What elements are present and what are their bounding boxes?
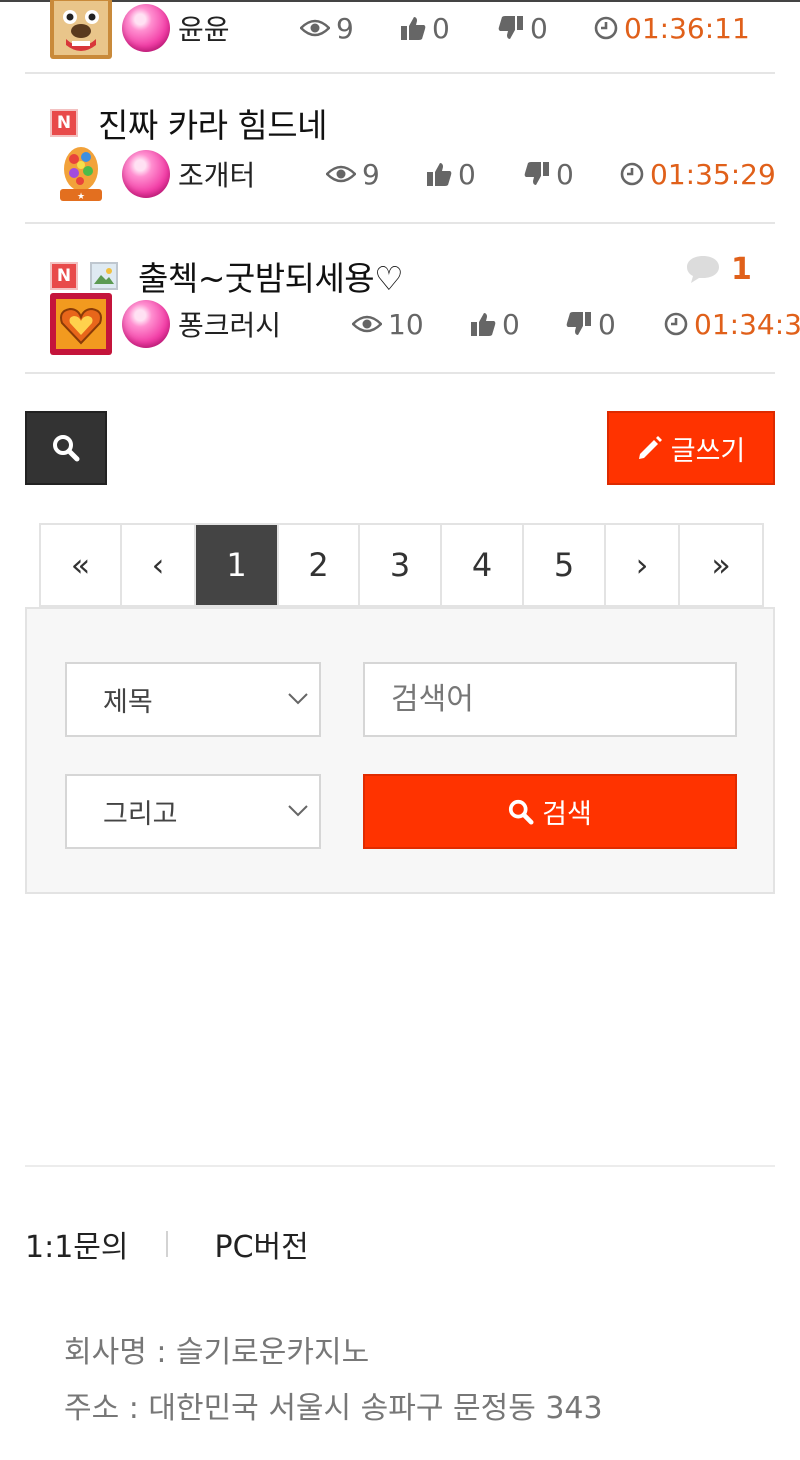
page-1-button[interactable]: 1 bbox=[196, 525, 279, 605]
svg-text:★: ★ bbox=[77, 192, 85, 202]
time-stat: 01:35:29 bbox=[620, 144, 776, 204]
pc-version-link[interactable]: PC버전 bbox=[214, 1222, 308, 1266]
thumbs-down-icon bbox=[498, 16, 523, 39]
page-first-button[interactable]: « bbox=[41, 525, 122, 605]
dislikes-count: 0 bbox=[556, 157, 574, 191]
write-button[interactable]: 글쓰기 bbox=[607, 411, 775, 485]
views-stat: 9 bbox=[326, 144, 380, 204]
dislikes-stat: 0 bbox=[524, 144, 574, 204]
page-5-button[interactable]: 5 bbox=[524, 525, 606, 605]
post-nickname[interactable]: 퐁크러시 bbox=[178, 304, 281, 344]
page-next-button[interactable]: › bbox=[606, 525, 680, 605]
post-item[interactable]: N 출첵~굿밤되세용♡ 1 퐁크러시 10 0 0 01:34:3 bbox=[25, 224, 800, 374]
dislikes-stat: 0 bbox=[498, 0, 548, 58]
page-prev-button[interactable]: ‹ bbox=[122, 525, 196, 605]
page-last-button[interactable]: » bbox=[680, 525, 762, 605]
time-stat: 01:36:11 bbox=[594, 0, 750, 58]
search-icon bbox=[509, 799, 534, 825]
comment-count-value: 1 bbox=[731, 251, 752, 287]
likes-stat: 0 bbox=[470, 294, 520, 354]
post-title[interactable]: 진짜 카라 힘드네 bbox=[98, 99, 328, 147]
post-time: 01:34:34 bbox=[694, 307, 800, 341]
comment-count: 1 bbox=[685, 251, 752, 287]
views-stat: 10 bbox=[352, 294, 424, 354]
post-item[interactable]: 윤윤 9 0 0 01:36:11 bbox=[25, 0, 775, 74]
thumbs-up-icon bbox=[401, 17, 426, 40]
thumbs-up-icon bbox=[427, 163, 452, 186]
likes-stat: 0 bbox=[426, 144, 476, 204]
search-form: 제목 그리고 검색 bbox=[25, 607, 775, 894]
dislikes-stat: 0 bbox=[566, 294, 616, 354]
likes-count: 0 bbox=[432, 11, 450, 45]
post-nickname[interactable]: 조개터 bbox=[178, 154, 255, 194]
dislikes-count: 0 bbox=[598, 307, 616, 341]
post-nickname[interactable]: 윤윤 bbox=[178, 8, 230, 48]
thumbs-down-icon bbox=[524, 162, 549, 185]
thumbs-down-icon bbox=[566, 312, 591, 335]
inquiry-link[interactable]: 1:1문의 bbox=[25, 1222, 128, 1266]
search-submit-button[interactable]: 검색 bbox=[363, 774, 737, 849]
likes-count: 0 bbox=[502, 307, 520, 341]
write-button-label: 글쓰기 bbox=[670, 435, 746, 467]
clock-icon bbox=[594, 16, 618, 40]
eye-icon bbox=[352, 315, 382, 333]
level-candy-icon bbox=[122, 4, 170, 52]
footer-separator bbox=[166, 1231, 169, 1257]
eye-icon bbox=[326, 165, 356, 183]
balloon-avatar-icon: ★ bbox=[50, 143, 112, 205]
new-badge: N bbox=[50, 262, 78, 290]
dislikes-count: 0 bbox=[530, 11, 548, 45]
post-title[interactable]: 출첵~굿밤되세용♡ bbox=[138, 252, 404, 300]
image-attachment-icon bbox=[90, 262, 118, 290]
likes-count: 0 bbox=[458, 157, 476, 191]
page-2-button[interactable]: 2 bbox=[279, 525, 360, 605]
post-time: 01:35:29 bbox=[650, 157, 776, 191]
comment-bubble-icon bbox=[687, 256, 719, 283]
footer-divider bbox=[25, 1165, 775, 1167]
pug-avatar-icon bbox=[50, 0, 112, 59]
board-page: 윤윤 9 0 0 01:36:11 N 진짜 카라 힘드네 ★ 조개터 9 0 … bbox=[0, 0, 800, 1460]
views-stat: 9 bbox=[300, 0, 354, 58]
views-count: 9 bbox=[336, 11, 354, 45]
company-address: 주소 : 대한민국 서울시 송파구 문정동 343 bbox=[64, 1391, 603, 1426]
time-stat: 01:34:34 bbox=[664, 294, 800, 354]
search-operator-select[interactable]: 그리고 bbox=[65, 774, 321, 849]
search-field-value: 제목 bbox=[103, 687, 153, 718]
search-field-select[interactable]: 제목 bbox=[65, 662, 321, 737]
level-candy-icon bbox=[122, 150, 170, 198]
clock-icon bbox=[664, 312, 688, 336]
post-time: 01:36:11 bbox=[624, 11, 750, 45]
views-count: 9 bbox=[362, 157, 380, 191]
page-4-button[interactable]: 4 bbox=[442, 525, 524, 605]
footer-links: 1:1문의 PC버전 bbox=[25, 1222, 309, 1266]
search-toggle-button[interactable] bbox=[25, 411, 107, 485]
likes-stat: 0 bbox=[400, 0, 450, 58]
chevron-down-icon bbox=[288, 805, 308, 817]
search-operator-value: 그리고 bbox=[103, 799, 178, 830]
pagination: « ‹ 1 2 3 4 5 › » bbox=[39, 523, 764, 607]
post-item[interactable]: N 진짜 카라 힘드네 ★ 조개터 9 0 0 01:35:29 bbox=[25, 74, 776, 224]
heart-badge-avatar-icon bbox=[50, 293, 112, 355]
thumbs-up-icon bbox=[471, 313, 496, 336]
eye-icon bbox=[300, 19, 330, 37]
views-count: 10 bbox=[388, 307, 424, 341]
level-candy-icon bbox=[122, 300, 170, 348]
search-icon bbox=[53, 435, 80, 462]
search-keyword-input[interactable] bbox=[363, 662, 737, 737]
new-badge: N bbox=[50, 109, 78, 137]
clock-icon bbox=[620, 162, 644, 186]
search-submit-label: 검색 bbox=[542, 799, 592, 830]
company-name: 회사명 : 슬기로운카지노 bbox=[64, 1335, 370, 1370]
pencil-icon bbox=[638, 436, 662, 459]
page-3-button[interactable]: 3 bbox=[360, 525, 442, 605]
chevron-down-icon bbox=[288, 693, 308, 705]
